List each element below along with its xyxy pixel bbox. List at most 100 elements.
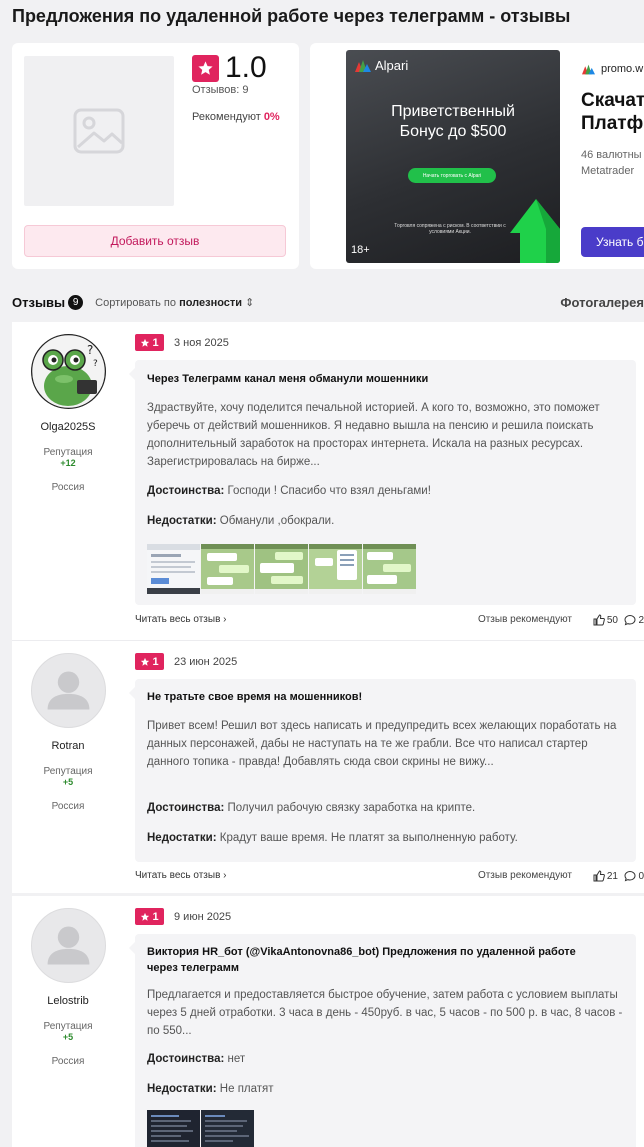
review-title-line-2: через телеграмм (147, 962, 240, 974)
review-photo-thumbnail[interactable] (363, 544, 416, 594)
review-meta: 1 23 июн 2025 (135, 653, 237, 670)
author-reputation-value: +5 (62, 1032, 74, 1042)
review-body: Виктория HR_бот (@VikaAntonovna86_bot) П… (129, 934, 636, 1147)
like-button[interactable]: 50 (593, 614, 618, 626)
sort-arrows-icon: ⇕ (245, 296, 255, 309)
review-photo-thumbnail[interactable] (147, 544, 200, 594)
frog-avatar-image: ? ? (30, 334, 106, 409)
reviews-title: Отзывы (12, 294, 66, 310)
author-country: Россия (51, 1056, 85, 1067)
product-image-placeholder[interactable] (24, 56, 174, 206)
comments-button[interactable]: 2 (624, 614, 644, 626)
review-photo-thumbnail[interactable] (201, 544, 254, 594)
review-card: ? ? Olga2025S Репутация +12 Россия 1 3 н… (12, 322, 644, 642)
alpari-logo: Alpari (355, 58, 408, 73)
review-card: Lelostrib Репутация +5 Россия 1 9 июн 20… (12, 896, 644, 1147)
review-rating-value: 1 (152, 655, 159, 668)
review-cons: Недостатки: Обманули ,обокрали. (147, 515, 334, 527)
review-date: 3 ноя 2025 (174, 336, 229, 349)
comment-count: 0 (638, 870, 644, 882)
read-full-review-link[interactable]: Читать весь отзыв › (135, 614, 227, 625)
cons-label: Недостатки: (147, 515, 217, 527)
review-photo-thumbnail[interactable] (201, 1110, 254, 1147)
add-review-button[interactable]: Добавить отзыв (24, 225, 286, 257)
ad-cta-button[interactable]: Начать торговать с Alpari (408, 168, 496, 183)
like-button[interactable]: 21 (593, 870, 618, 882)
review-rating-badge: 1 (135, 334, 164, 351)
photo-gallery-link[interactable]: Фотогалерея (560, 295, 644, 310)
review-date: 23 июн 2025 (174, 655, 238, 668)
like-count: 50 (606, 614, 618, 626)
review-rating-badge: 1 (135, 908, 164, 925)
cons-text: Крадут ваше время. Не платят за выполнен… (219, 832, 518, 844)
avatar[interactable]: ? ? (30, 334, 106, 409)
pros-label: Достоинства: (147, 485, 225, 497)
review-author: Rotran Репутация +5 Россия (12, 653, 124, 812)
read-full-review-label: Читать весь отзыв (135, 870, 221, 881)
author-name[interactable]: Olga2025S (12, 421, 124, 433)
review-photos (147, 1110, 254, 1147)
review-text: Здраствуйте, хочу поделится печальной ис… (147, 402, 600, 468)
thumbs-up-icon (593, 870, 605, 882)
star-icon (141, 338, 150, 347)
recommend-value: 0% (263, 111, 280, 123)
pros-text: нет (227, 1053, 246, 1065)
review-title-line-1: Виктория HR_бот (@VikaAntonovna86_bot) П… (147, 946, 576, 958)
ad-headline: Приветственный Бонус до $500 (346, 102, 560, 142)
comments-button[interactable]: 0 (624, 870, 644, 882)
review-rating-value: 1 (152, 910, 159, 923)
rating-star-badge (192, 54, 219, 82)
review-photo-thumbnail[interactable] (147, 1110, 200, 1147)
author-name[interactable]: Lelostrib (12, 995, 124, 1007)
review-pros: Достоинства: нет (147, 1053, 245, 1065)
reviews-count[interactable]: Отзывов: 9 (192, 84, 248, 96)
review-body: Через Телеграмм канал меня обманули моше… (129, 360, 636, 605)
pros-text: Господи ! Спасибо что взял деньгами! (227, 485, 431, 497)
pros-label: Достоинства: (147, 802, 225, 814)
sort-value: полезности (179, 296, 243, 309)
reviews-header: Отзывы 9 Сортировать по полезности ⇕ Фот… (12, 292, 644, 312)
svg-text:?: ? (87, 343, 93, 357)
review-card: Rotran Репутация +5 Россия 1 23 июн 2025… (12, 640, 644, 893)
review-title[interactable]: Не тратьте свое время на мошенников! (147, 689, 362, 705)
reviews-count-badge: 9 (68, 294, 84, 310)
author-reputation-label: Репутация (43, 1021, 93, 1032)
alpari-logo-icon (355, 59, 371, 72)
recommend-percentage: Рекомендуют 0% (192, 111, 280, 123)
ad-age-rating: 18+ (351, 244, 370, 256)
read-full-review-link[interactable]: Читать весь отзыв › (135, 870, 227, 881)
avatar[interactable] (30, 653, 106, 728)
promo-logo-icon (582, 64, 595, 74)
sort-control[interactable]: Сортировать по полезности ⇕ (95, 296, 254, 309)
page-title: Предложения по удаленной работе через те… (12, 6, 571, 26)
ad-banner[interactable]: Alpari Приветственный Бонус до $500 Нача… (346, 50, 560, 263)
avatar[interactable] (30, 908, 106, 983)
review-photo-thumbnail[interactable] (309, 544, 362, 594)
cons-label: Недостатки: (147, 1083, 217, 1095)
ad-title-line-2: Платф (581, 113, 644, 134)
recommend-label: Рекомендуют (192, 111, 261, 123)
review-recommend-label: Отзыв рекомендуют (477, 870, 572, 881)
author-name[interactable]: Rotran (12, 740, 124, 752)
advertisement[interactable]: Alpari Приветственный Бонус до $500 Нача… (310, 43, 644, 269)
ad-headline-line-2: Бонус до $500 (399, 123, 507, 140)
image-placeholder-icon (73, 108, 125, 154)
ad-title[interactable]: Скачат Платф (581, 89, 644, 135)
ad-source[interactable]: promo.w (582, 63, 643, 75)
ad-description: 46 валютны Metatrader (581, 147, 642, 179)
ad-disclaimer: Торговля сопряжена с риском. В соответст… (394, 223, 506, 235)
ad-arrow-graphic (510, 199, 560, 263)
ad-description-line-1: 46 валютны (581, 149, 642, 161)
review-body: Не тратьте свое время на мошенников! При… (129, 679, 636, 862)
product-summary-card: 1.0 Отзывов: 9 Рекомендуют 0% Добавить о… (12, 43, 299, 269)
cons-label: Недостатки: (147, 832, 217, 844)
review-meta: 1 3 ноя 2025 (135, 334, 229, 351)
review-title[interactable]: Через Телеграмм канал меня обманули моше… (147, 371, 428, 387)
review-title[interactable]: Виктория HR_бот (@VikaAntonovna86_bot) П… (147, 944, 576, 976)
review-pros: Достоинства: Получил рабочую связку зара… (147, 802, 475, 814)
ad-learn-more-button[interactable]: Узнать б (581, 227, 644, 257)
review-rating-badge: 1 (135, 653, 164, 670)
ad-headline-line-1: Приветственный (391, 103, 515, 120)
review-photo-thumbnail[interactable] (255, 544, 308, 594)
review-cons: Недостатки: Крадут ваше время. Не платят… (147, 832, 518, 844)
